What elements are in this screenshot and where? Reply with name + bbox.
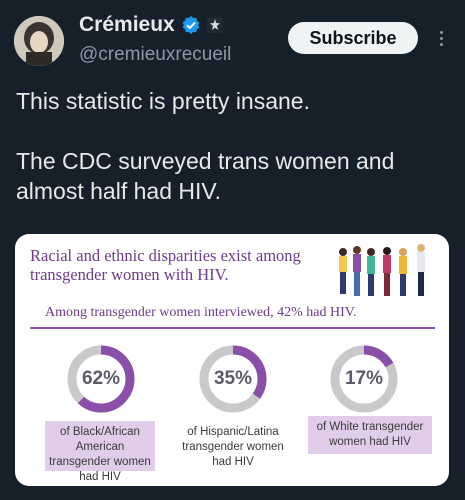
infographic-subtitle: Among transgender women interviewed, 42%… xyxy=(45,305,357,320)
avatar[interactable] xyxy=(14,16,64,66)
post-text: This statistic is pretty insane. The CDC… xyxy=(16,86,456,236)
stat-description: of White transgender women had HIV xyxy=(308,416,432,454)
verified-badge-icon xyxy=(182,16,200,34)
percent-label: 17% xyxy=(344,368,384,389)
post-text-line: This statistic is pretty insane. xyxy=(16,88,310,114)
subscribe-button[interactable]: Subscribe xyxy=(288,22,418,54)
percent-label: 62% xyxy=(81,368,121,389)
percent-label: 35% xyxy=(213,368,253,389)
post-text-line: The CDC surveyed trans women and almost … xyxy=(16,148,395,204)
name-row: Crémieux xyxy=(79,13,223,37)
display-name[interactable]: Crémieux xyxy=(79,13,175,37)
handle[interactable]: @cremieuxrecueil xyxy=(79,44,231,66)
stat-description: of Hispanic/Latina transgender women had… xyxy=(182,426,284,468)
media-image[interactable]: Racial and ethnic disparities exist amon… xyxy=(15,234,449,486)
post-header: Crémieux @cremieuxrecueil Subscribe xyxy=(0,0,465,80)
more-options-icon[interactable] xyxy=(433,26,449,50)
affiliation-badge-icon[interactable] xyxy=(206,17,223,33)
divider xyxy=(30,327,435,329)
stat-description: of Black/African American transgender wo… xyxy=(45,421,155,483)
infographic-title: Racial and ethnic disparities exist amon… xyxy=(30,246,301,284)
people-illustration xyxy=(339,244,425,296)
